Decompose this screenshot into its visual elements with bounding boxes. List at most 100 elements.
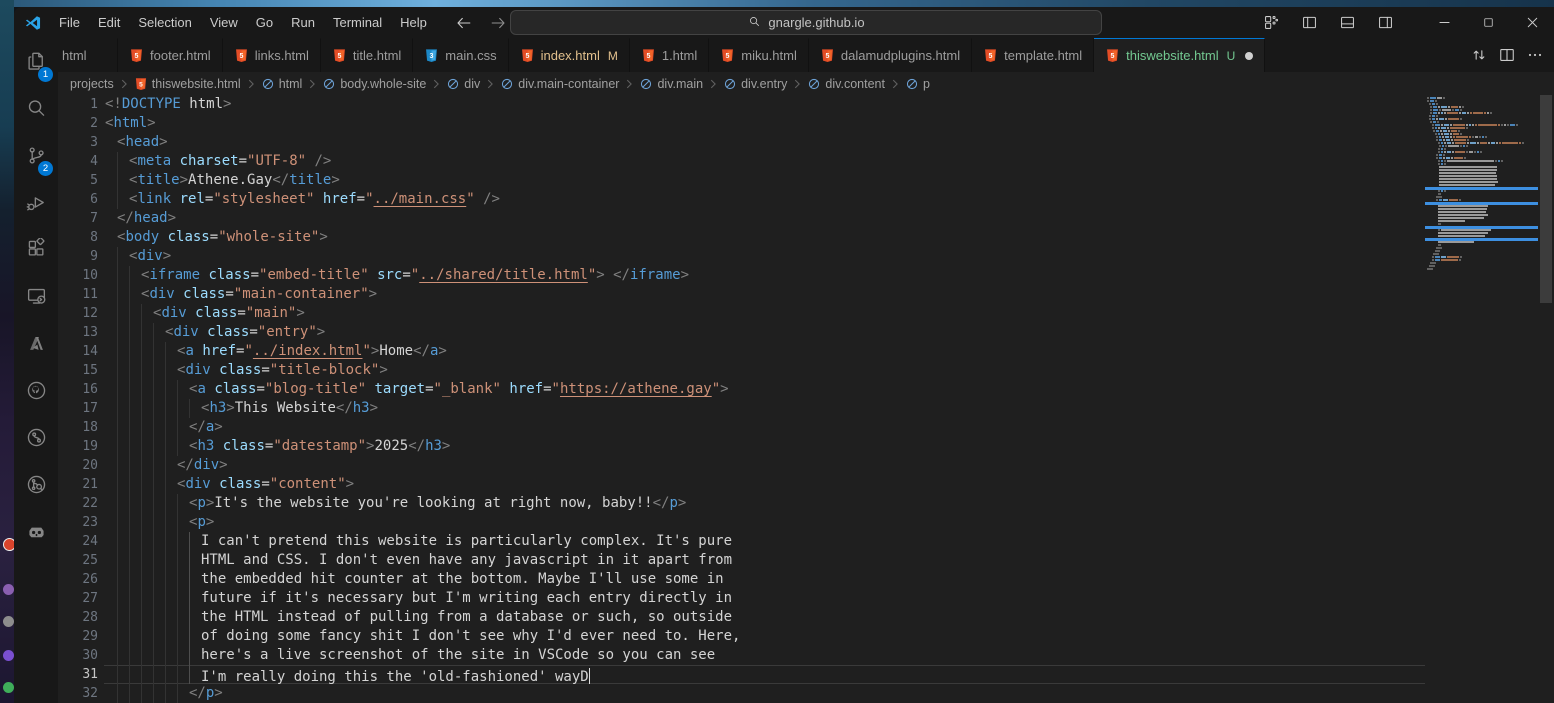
scrollbar-thumb[interactable] <box>1540 95 1552 303</box>
code-line[interactable]: 17<h3>This Website</h3> <box>58 399 1425 418</box>
code-line[interactable]: 32</p> <box>58 684 1425 703</box>
menu-selection[interactable]: Selection <box>129 7 200 38</box>
code-line[interactable]: 19<h3 class="datestamp">2025</h3> <box>58 437 1425 456</box>
code-line[interactable]: 21<div class="content"> <box>58 475 1425 494</box>
customize-layout-button[interactable] <box>1258 10 1284 36</box>
toggle-secondary-sidebar-button[interactable] <box>1372 10 1398 36</box>
activity-item-godot-tools[interactable] <box>14 510 58 557</box>
menu-terminal[interactable]: Terminal <box>324 7 391 38</box>
line-number[interactable]: 4 <box>58 152 98 171</box>
menu-help[interactable]: Help <box>391 7 436 38</box>
more-actions-button[interactable] <box>1524 44 1546 66</box>
code-line[interactable]: 18</a> <box>58 418 1425 437</box>
code-line[interactable]: 20</div> <box>58 456 1425 475</box>
code-line[interactable]: 13<div class="entry"> <box>58 323 1425 342</box>
tab-links-html[interactable]: 5links.html <box>223 38 321 72</box>
menu-view[interactable]: View <box>201 7 247 38</box>
line-number[interactable]: 10 <box>58 266 98 285</box>
code-line[interactable]: 4<meta charset="UTF-8" /> <box>58 152 1425 171</box>
line-number[interactable]: 11 <box>58 285 98 304</box>
activity-item-gitlens[interactable] <box>14 463 58 510</box>
tab-footer-html[interactable]: 5footer.html <box>118 38 223 72</box>
code-line[interactable]: 5<title>Athene.Gay</title> <box>58 171 1425 190</box>
activity-item-explorer[interactable]: 1 <box>14 40 58 87</box>
code-line[interactable]: 25HTML and CSS. I don't even have any ja… <box>58 551 1425 570</box>
line-number[interactable]: 30 <box>58 646 98 665</box>
activity-item-azure[interactable] <box>14 322 58 369</box>
tab-1-html[interactable]: 51.html <box>630 38 709 72</box>
tab-miku-html[interactable]: 5miku.html <box>709 38 809 72</box>
line-number[interactable]: 18 <box>58 418 98 437</box>
breadcrumb-item-body-whole-site[interactable]: body.whole-site <box>322 77 426 91</box>
line-number[interactable]: 13 <box>58 323 98 342</box>
back-button[interactable] <box>454 13 474 33</box>
line-number[interactable]: 1 <box>58 95 98 114</box>
line-number[interactable]: 3 <box>58 133 98 152</box>
line-number[interactable]: 12 <box>58 304 98 323</box>
split-editor-button[interactable] <box>1496 44 1518 66</box>
code-line[interactable]: 12<div class="main"> <box>58 304 1425 323</box>
line-number[interactable]: 22 <box>58 494 98 513</box>
line-number[interactable]: 27 <box>58 589 98 608</box>
line-number[interactable]: 2 <box>58 114 98 133</box>
breadcrumb-item-html[interactable]: html <box>261 77 303 91</box>
menu-go[interactable]: Go <box>247 7 282 38</box>
command-center-search[interactable]: gnargle.github.io <box>510 10 1102 35</box>
code-line[interactable]: 24I can't pretend this website is partic… <box>58 532 1425 551</box>
code-line[interactable]: 30here's a live screenshot of the site i… <box>58 646 1425 665</box>
line-number[interactable]: 9 <box>58 247 98 266</box>
line-number[interactable]: 7 <box>58 209 98 228</box>
code-line[interactable]: 29of doing some fancy shit I don't see w… <box>58 627 1425 646</box>
breadcrumb-item-p[interactable]: p <box>905 77 930 91</box>
code-line[interactable]: 7</head> <box>58 209 1425 228</box>
code-line[interactable]: 11<div class="main-container"> <box>58 285 1425 304</box>
code-line[interactable]: 23<p> <box>58 513 1425 532</box>
code-line[interactable]: 8<body class="whole-site"> <box>58 228 1425 247</box>
activity-item-search[interactable] <box>14 87 58 134</box>
menu-run[interactable]: Run <box>282 7 324 38</box>
tab-dalamudplugins-html[interactable]: 5dalamudplugins.html <box>809 38 972 72</box>
breadcrumb-item-div[interactable]: div <box>446 77 480 91</box>
line-number[interactable]: 19 <box>58 437 98 456</box>
tab-title-html[interactable]: 5title.html <box>321 38 413 72</box>
code-editor[interactable]: 1<!DOCTYPE html>2<html>3<head>4<meta cha… <box>58 95 1554 703</box>
code-line[interactable]: 14<a href="../index.html">Home</a> <box>58 342 1425 361</box>
line-number[interactable]: 26 <box>58 570 98 589</box>
menu-file[interactable]: File <box>50 7 89 38</box>
code-line[interactable]: 26the embedded hit counter at the bottom… <box>58 570 1425 589</box>
breadcrumb-item-div-entry[interactable]: div.entry <box>723 77 787 91</box>
activity-item-extensions[interactable] <box>14 228 58 275</box>
code-line[interactable]: 27future if it's necessary but I'm writi… <box>58 589 1425 608</box>
line-number[interactable]: 25 <box>58 551 98 570</box>
line-number[interactable]: 21 <box>58 475 98 494</box>
unsaved-dot-icon[interactable] <box>1245 52 1253 60</box>
code-link[interactable]: ../index.html <box>253 343 363 359</box>
line-number[interactable]: 31 <box>58 665 98 684</box>
forward-button[interactable] <box>488 13 508 33</box>
activity-item-source-control[interactable]: 2 <box>14 134 58 181</box>
code-line[interactable]: 6<link rel="stylesheet" href="../main.cs… <box>58 190 1425 209</box>
code-link[interactable]: ../main.css <box>374 191 467 207</box>
code-line[interactable]: 2<html> <box>58 114 1425 133</box>
vertical-scrollbar[interactable] <box>1538 95 1554 703</box>
activity-item-run-and-debug[interactable] <box>14 181 58 228</box>
code-line[interactable]: 1<!DOCTYPE html> <box>58 95 1425 114</box>
breadcrumb-item-div-content[interactable]: div.content <box>807 77 885 91</box>
toggle-primary-sidebar-button[interactable] <box>1296 10 1322 36</box>
line-number[interactable]: 8 <box>58 228 98 247</box>
code-line[interactable]: 10<iframe class="embed-title" src="../sh… <box>58 266 1425 285</box>
code-line[interactable]: 28the HTML instead of pulling from a dat… <box>58 608 1425 627</box>
maximize-button[interactable] <box>1466 7 1510 38</box>
activity-item-remote-explorer[interactable] <box>14 275 58 322</box>
code-line[interactable]: 22<p>It's the website you're looking at … <box>58 494 1425 513</box>
line-number[interactable]: 16 <box>58 380 98 399</box>
tab-template-html[interactable]: 5template.html <box>972 38 1094 72</box>
line-number[interactable]: 28 <box>58 608 98 627</box>
code-line[interactable]: 9<div> <box>58 247 1425 266</box>
line-number[interactable]: 14 <box>58 342 98 361</box>
line-number[interactable]: 29 <box>58 627 98 646</box>
close-button[interactable] <box>1510 7 1554 38</box>
code-line[interactable]: 16<a class="blog-title" target="_blank" … <box>58 380 1425 399</box>
line-number[interactable]: 32 <box>58 684 98 703</box>
line-number[interactable]: 20 <box>58 456 98 475</box>
